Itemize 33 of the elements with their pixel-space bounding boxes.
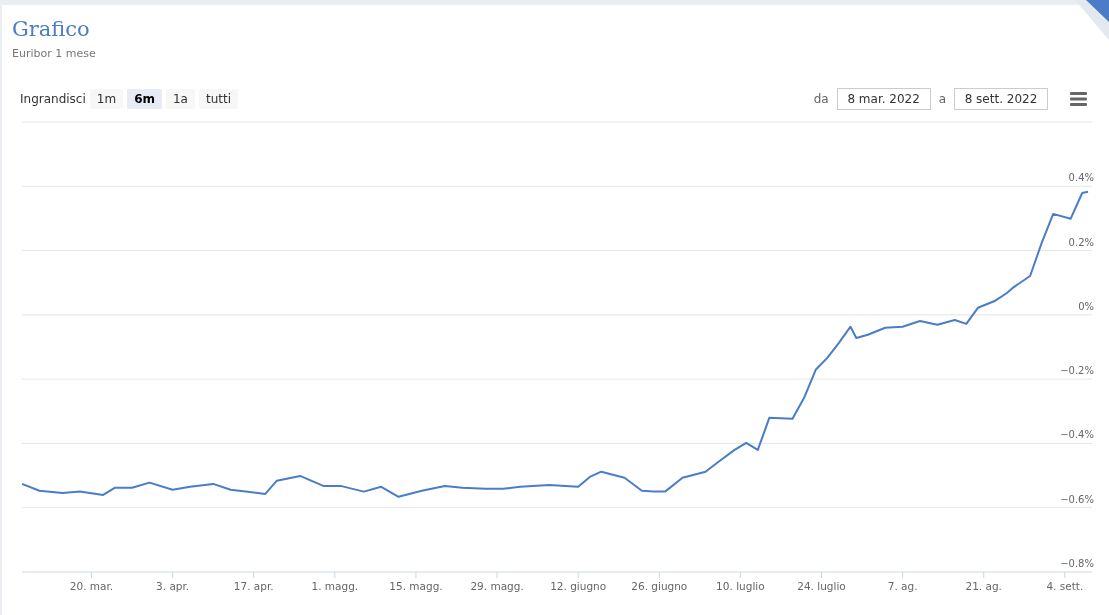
x-axis-label: 20. mar. — [69, 580, 114, 592]
y-axis-label: −0.2% — [1060, 365, 1094, 377]
to-date-field[interactable]: 8 sett. 2022 — [954, 88, 1048, 110]
menu-button[interactable] — [1068, 90, 1089, 108]
from-date-field[interactable]: 8 mar. 2022 — [836, 88, 931, 110]
chart-subtitle: Euribor 1 mese — [12, 47, 96, 60]
x-axis-label: 7. ag. — [887, 580, 918, 592]
x-axis-label: 21. ag. — [965, 580, 1002, 592]
x-axis-label: 4. sett. — [1046, 580, 1084, 592]
x-axis-label: 26. giugno — [631, 580, 688, 592]
zoom-button[interactable]: 1a — [166, 89, 195, 109]
x-axis-label: 17. apr. — [233, 580, 274, 592]
menu-icon — [1070, 92, 1087, 106]
x-axis-label: 29. magg. — [470, 580, 524, 592]
zoom-button[interactable]: tutti — [199, 89, 239, 109]
x-axis-label: 10. luglio — [716, 580, 765, 592]
y-axis-label: 0% — [1078, 300, 1094, 312]
chart-title: Grafico — [12, 17, 90, 41]
x-axis-label: 15. magg. — [389, 580, 443, 592]
zoom-button[interactable]: 1m — [89, 89, 124, 109]
y-axis-label: 0.2% — [1068, 236, 1094, 248]
y-axis-label: −0.4% — [1060, 429, 1094, 441]
y-axis-label: −0.8% — [1060, 558, 1094, 569]
x-axis-label: 3. apr. — [156, 580, 190, 592]
y-axis-label: −0.6% — [1060, 493, 1094, 505]
y-axis-label: 0.4% — [1068, 172, 1094, 184]
x-axis-label: 24. luglio — [797, 580, 846, 592]
x-axis-label: 12. giugno — [550, 580, 607, 592]
from-label: da — [813, 92, 829, 106]
zoom-button[interactable]: 6m — [127, 89, 162, 109]
to-label: a — [938, 92, 946, 106]
x-axis-label: 1. magg. — [311, 580, 359, 592]
zoom-label: Ingrandisci — [20, 92, 86, 106]
